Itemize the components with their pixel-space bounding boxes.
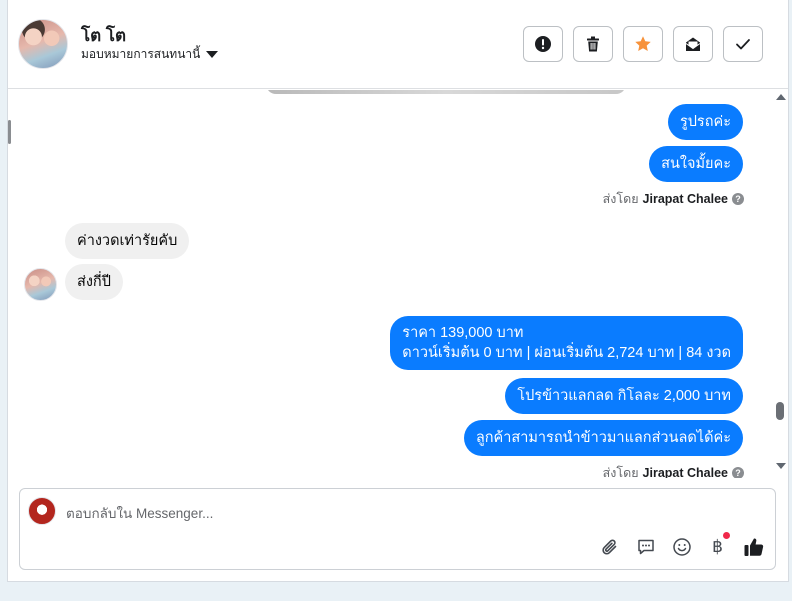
envelope-open-icon [685, 37, 701, 51]
message-bubble-incoming[interactable]: ส่งกี่ปี [65, 264, 123, 300]
paperclip-icon [601, 539, 616, 555]
emoji-button[interactable] [670, 535, 693, 558]
sent-by-prefix: ส่งโดย [602, 192, 639, 206]
payment-button[interactable]: ฿ [706, 532, 730, 558]
delete-button[interactable] [573, 26, 613, 62]
baht-icon: ฿ [712, 536, 723, 557]
exclamation-circle-icon [535, 36, 551, 52]
scrollbar-thumb[interactable] [776, 402, 784, 420]
message-thread[interactable]: รูปรถค่ะ สนใจมั้ยคะ ส่งโดย Jirapat Chale… [8, 90, 788, 478]
check-icon [736, 39, 750, 50]
contact-avatar[interactable] [18, 19, 68, 69]
message-bubble-incoming[interactable]: ค่างวดเท่ารัยคับ [65, 223, 190, 259]
composer-tools: ฿ [598, 532, 765, 558]
saved-replies-button[interactable] [634, 535, 657, 558]
spam-report-button[interactable] [523, 26, 563, 62]
assign-conversation-dropdown[interactable]: มอบหมายการสนทนานี้ [81, 45, 219, 64]
header-actions [523, 26, 763, 62]
trash-icon [587, 36, 599, 52]
page-avatar [28, 497, 56, 525]
message-bubble-outgoing[interactable]: สนใจมั้ยคะ [649, 146, 743, 182]
mark-done-button[interactable] [723, 26, 763, 62]
reply-input[interactable] [66, 503, 706, 523]
mark-unread-button[interactable] [673, 26, 713, 62]
attach-button[interactable] [598, 535, 621, 558]
scroll-down-arrow-icon[interactable] [776, 463, 786, 469]
chat-bubble-icon [637, 539, 654, 554]
reply-composer: ฿ [19, 488, 776, 570]
message-bubble-outgoing[interactable]: โปรข้าวแลกลด กิโลละ 2,000 บาท [505, 378, 743, 414]
message-bubble-outgoing[interactable]: รูปรถค่ะ [667, 104, 743, 140]
like-button[interactable] [742, 535, 765, 558]
star-icon [635, 36, 651, 51]
price-line: ราคา 139,000 บาท [402, 325, 524, 341]
star-button[interactable] [623, 26, 663, 62]
caret-down-icon [206, 51, 219, 58]
message-bubble-outgoing[interactable]: ลูกค้าสามารถนำข้าวมาแลกส่วนลดได้ค่ะ [463, 420, 743, 456]
sender-name: Jirapat Chalee [642, 192, 728, 206]
contact-avatar-small[interactable] [24, 268, 57, 301]
installment-line: ดาวน์เริ่มต้น 0 บาท | ผ่อนเริ่มต้น 2,724… [402, 345, 731, 361]
smiley-icon [672, 537, 691, 556]
sent-by-label: ส่งโดย Jirapat Chalee ? [603, 189, 744, 209]
conversation-header: โต โต มอบหมายการสนทนานี้ [8, 0, 788, 89]
scroll-up-arrow-icon[interactable] [776, 94, 786, 100]
sender-name: Jirapat Chalee [642, 466, 728, 478]
help-icon[interactable]: ? [732, 467, 744, 478]
sent-by-label: ส่งโดย Jirapat Chalee ? [603, 463, 744, 478]
conversation-panel: โต โต มอบหมายการสนทนานี้ รูปรถค่ะ สนใจมั… [7, 0, 789, 582]
assign-label: มอบหมายการสนทนานี้ [81, 47, 201, 61]
thumbs-up-icon [744, 537, 763, 556]
shared-photo[interactable] [266, 90, 626, 94]
sent-by-prefix: ส่งโดย [602, 466, 639, 478]
notification-dot [723, 532, 730, 539]
message-bubble-outgoing[interactable]: ราคา 139,000 บาท ดาวน์เริ่มต้น 0 บาท | ผ… [390, 316, 743, 370]
help-icon[interactable]: ? [732, 193, 744, 205]
